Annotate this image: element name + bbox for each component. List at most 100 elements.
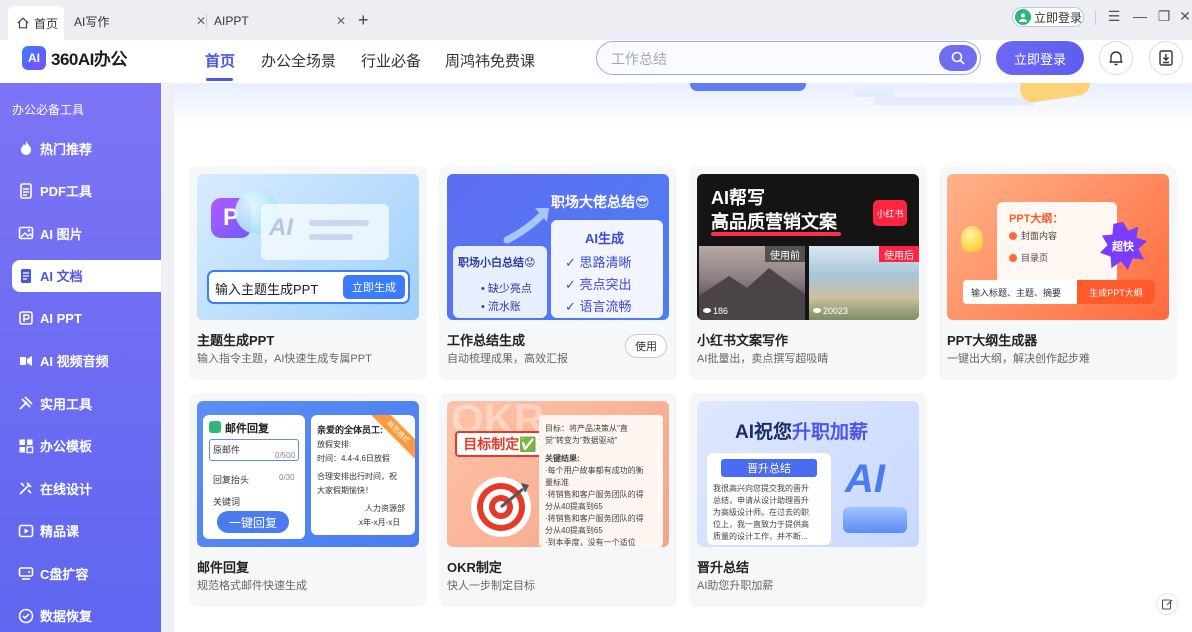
home-icon — [17, 17, 29, 29]
before-item: • 流水账 — [481, 301, 521, 313]
minimize-icon[interactable]: — — [1130, 8, 1150, 24]
promo-tag: 晋升总结 — [721, 459, 817, 477]
sidebar-item-ppt[interactable]: AI PPT — [12, 302, 161, 334]
main-content: P AI 输入主题生成PPT 立即生成 主题生成PPT 输入指令主题，AI快速生… — [174, 83, 1192, 632]
tool-card-ppt-outline[interactable]: PPT大纲： 封面内容 目录页 超快 输入标题、主题、摘要 生成PPT大纲 PP… — [939, 166, 1177, 380]
okr-result: 分从40提高到65 — [545, 526, 603, 535]
sidebar-item-label: C盘扩容 — [40, 566, 89, 582]
thumb-line1: AI帮写 — [711, 188, 765, 208]
sidebar-item-label: AI 视频音频 — [40, 354, 109, 369]
views-count: 186 — [713, 306, 729, 316]
generate-now-mock-button: 立即生成 — [343, 275, 405, 299]
okr-result: ·每个用户故事都有成功的衡 — [545, 466, 644, 475]
promo-doc: 晋升总结 我很高兴向您提交我的晋升 总结，申请从设计助理晋升 为高级设计师。在过… — [707, 453, 831, 545]
restore-icon[interactable]: ❐ — [1154, 8, 1174, 25]
sidebar-item-disk[interactable]: C盘扩容 — [12, 557, 161, 589]
top-banner[interactable] — [174, 83, 1192, 123]
banner-pill — [690, 83, 806, 91]
before-photo: 使用前 186 — [699, 246, 805, 320]
sidebar-item-pdf[interactable]: PDF工具 — [12, 175, 161, 207]
before-tag: 使用前 — [765, 246, 805, 262]
promo-line: 总结，申请从设计助理晋升 — [713, 496, 809, 505]
card-thumbnail: PPT大纲： 封面内容 目录页 超快 输入标题、主题、摘要 生成PPT大纲 — [947, 174, 1169, 320]
sidebar-item-course[interactable]: 精品课 — [12, 515, 161, 547]
sidebar-item-flame[interactable]: 热门推荐 — [12, 132, 161, 164]
search-box — [596, 41, 981, 75]
card-title: 主题生成PPT — [197, 333, 275, 348]
tool-card-theme-ppt[interactable]: P AI 输入主题生成PPT 立即生成 主题生成PPT 输入指令主题，AI快速生… — [189, 166, 427, 380]
letter-line: x年-x月-x日 — [359, 518, 401, 527]
okr-result: 分从40提高到65 — [545, 502, 603, 511]
nav-home[interactable]: 首页 — [205, 50, 235, 71]
sidebar-item-tools[interactable]: 实用工具 — [12, 387, 161, 419]
template-icon — [18, 438, 34, 454]
views-count: 20023 — [823, 306, 849, 316]
letter-line: 人力资源部 — [365, 504, 405, 513]
site-logo[interactable]: AI 360AI办公 — [22, 45, 127, 70]
card-thumbnail: OKR 目标制定✅ 目标：将产品决策从"直 觉"转变为"数据驱动" 关键结果: … — [447, 401, 669, 547]
tool-card-email-reply[interactable]: 邮件回复 原邮件 0/500 回复抬头 0/30 关键词 一键回复 亲爱的全体员… — [189, 393, 427, 607]
window-login-button[interactable]: 立即登录 — [1012, 7, 1084, 27]
card-title: 小红书文案写作 — [697, 333, 789, 348]
close-icon[interactable]: ✕ — [196, 14, 206, 28]
bell-icon — [1109, 51, 1123, 66]
promo-heading-a: AI祝您 — [735, 422, 793, 443]
sidebar-item-document[interactable]: AI 文档 — [12, 259, 161, 292]
ai-chip-graphic: AI — [839, 457, 911, 537]
window-divider — [1095, 11, 1096, 25]
site-header: AI 360AI办公 首页 办公全场景 行业必备 周鸿祎免费课 立即登录 — [0, 40, 1192, 83]
banner-block — [874, 97, 1034, 105]
window-close-icon[interactable]: ✕ — [1178, 8, 1192, 25]
sidebar-item-image[interactable]: AI 图片 — [12, 217, 161, 249]
card-description: AI批量出，卖点撰写超吸睛 — [697, 353, 829, 365]
tool-card-work-summary[interactable]: 职场大佬总结😎 职场小白总结😟 • 缺少亮点 • 流水账 AI生成 ✓ 思路清晰… — [439, 166, 677, 380]
promo-line: 我很高兴向您提交我的晋升 — [713, 484, 809, 493]
new-tab-icon[interactable]: + — [358, 10, 369, 30]
search-button[interactable] — [939, 45, 977, 71]
sidebar-item-design[interactable]: 在线设计 — [12, 472, 161, 504]
growth-arrow-icon — [503, 208, 549, 244]
nav-office-scenarios[interactable]: 办公全场景 — [261, 50, 336, 71]
tab-home[interactable]: 首页 — [8, 6, 64, 40]
okr-goal: 目标：将产品决策从"直 — [545, 424, 628, 433]
sidebar-item-template[interactable]: 办公模板 — [12, 430, 161, 462]
after-item: ✓ 亮点突出 — [565, 277, 632, 292]
feedback-icon[interactable] — [1156, 593, 1178, 615]
okr-results-title: 关键结果: — [545, 454, 580, 463]
sidebar-item-label: 在线设计 — [40, 481, 93, 497]
okr-result: ·将销售和客户服务团队的得 — [545, 490, 644, 499]
after-tag: 使用后 — [879, 246, 919, 262]
use-button[interactable]: 使用 — [625, 334, 667, 358]
letter-line: 时间：4.4-4.6日放假 — [317, 454, 390, 463]
notification-button[interactable] — [1099, 41, 1133, 75]
sidebar-item-recover[interactable]: 数据恢复 — [12, 600, 161, 632]
video-icon — [18, 353, 34, 369]
search-input[interactable] — [611, 49, 911, 69]
nav-active-underline — [206, 78, 233, 81]
tab-divider — [206, 14, 207, 28]
tab-aippt[interactable]: AIPPT ✕ — [210, 8, 346, 34]
tool-card-okr[interactable]: OKR 目标制定✅ 目标：将产品决策从"直 觉"转变为"数据驱动" 关键结果: … — [439, 393, 677, 607]
nav-free-course[interactable]: 周鸿祎免费课 — [445, 50, 535, 71]
after-photo: 使用后 20023 — [809, 246, 919, 320]
menu-icon[interactable]: ☰ — [1104, 8, 1124, 25]
browser-tab-bar: 首页 AI写作 ✕ AIPPT ✕ + 立即登录 ☰ — ❐ ✕ — [0, 0, 1192, 40]
download-button[interactable] — [1149, 41, 1183, 75]
image-icon — [18, 225, 34, 241]
after-panel: AI生成 ✓ 思路清晰 ✓ 亮点突出 ✓ 语言流畅 — [551, 220, 663, 318]
login-button[interactable]: 立即登录 — [996, 41, 1084, 75]
tool-card-xiaohongshu[interactable]: AI帮写 高品质营销文案 小红书 使用前 186 使用后 20023 小红书文案… — [689, 166, 927, 380]
close-icon[interactable]: ✕ — [336, 14, 346, 28]
nav-industry[interactable]: 行业必备 — [361, 50, 421, 71]
outline-doc: PPT大纲： 封面内容 目录页 — [997, 202, 1117, 284]
sidebar-item-label: PDF工具 — [40, 184, 93, 199]
pdf-icon — [18, 182, 34, 199]
tool-card-promotion[interactable]: AI祝您升职加薪 晋升总结 我很高兴向您提交我的晋升 总结，申请从设计助理晋升 … — [689, 393, 927, 607]
recover-icon — [18, 608, 34, 624]
sidebar-item-video[interactable]: AI 视频音频 — [12, 345, 161, 377]
fast-star-label: 超快 — [1112, 241, 1134, 253]
card-description: 输入指令主题，AI快速生成专属PPT — [197, 353, 372, 365]
tab-ai-writing[interactable]: AI写作 ✕ — [70, 8, 206, 34]
ppt-icon — [18, 310, 34, 326]
outline-dot-2 — [1009, 254, 1017, 262]
